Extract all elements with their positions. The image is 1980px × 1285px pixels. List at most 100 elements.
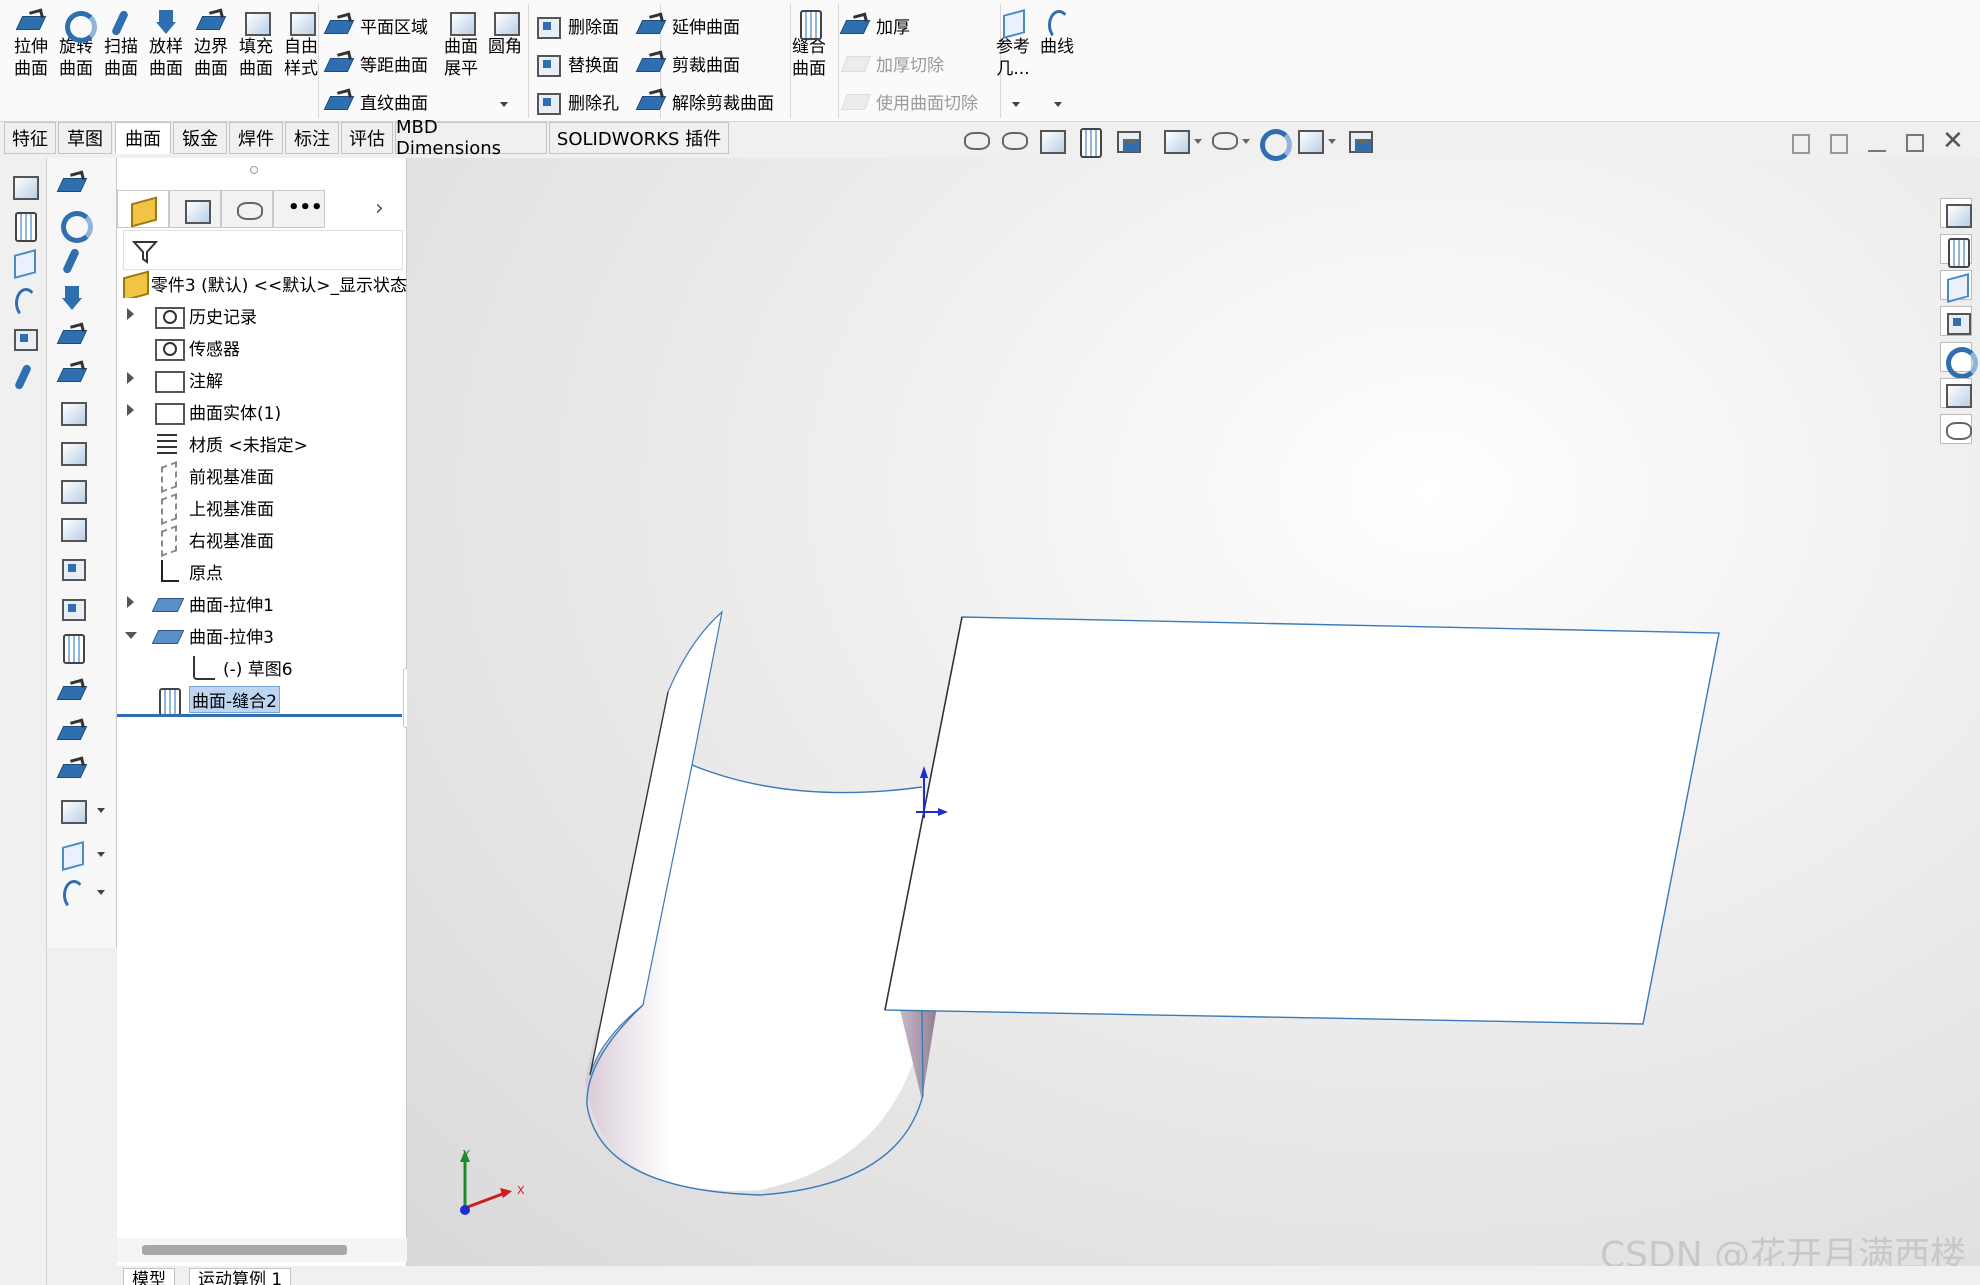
restore-left-button[interactable] (1792, 134, 1810, 154)
filled-surface-icon[interactable] (57, 360, 87, 388)
offset-surface-button[interactable]: 等距曲面 (324, 46, 428, 80)
tab-4[interactable]: 焊件 (229, 122, 283, 154)
appearances-icon[interactable] (1940, 342, 1978, 379)
resources-icon[interactable] (1940, 234, 1972, 268)
extruded-surface-button[interactable]: 拉伸 曲面 (10, 0, 52, 80)
display-settings-icon[interactable] (1344, 126, 1374, 156)
replace-face-button[interactable]: 替换面 (532, 46, 619, 80)
body-icon[interactable] (9, 324, 39, 352)
file-explorer-icon[interactable] (1940, 306, 1972, 336)
horizontal-scrollbar-thumb[interactable] (142, 1245, 347, 1255)
tree-item[interactable]: 传感器 (153, 332, 240, 362)
tree-filter[interactable] (123, 230, 403, 270)
sketch-icon[interactable] (9, 248, 39, 276)
view-cube-icon[interactable] (9, 172, 39, 200)
tab-0[interactable]: 特征 (4, 122, 56, 154)
minimize-button[interactable] (1868, 150, 1886, 152)
tree-item[interactable]: 历史记录 (127, 300, 257, 330)
planar-surface-icon[interactable] (57, 398, 87, 426)
knit-surface-icon[interactable] (57, 632, 87, 664)
configuration-manager-tab[interactable] (221, 190, 273, 228)
zoom-to-fit-icon[interactable] (960, 126, 990, 156)
ruled-surface-icon[interactable] (57, 514, 87, 542)
zoom-area-icon[interactable] (998, 126, 1028, 156)
lofted-surface-button[interactable]: 放样 曲面 (145, 0, 187, 80)
motion-study-tab[interactable]: 运动算例 1 (189, 1268, 292, 1285)
dropdown-caret-icon[interactable] (1054, 102, 1062, 107)
tree-item[interactable]: 上视基准面 (153, 492, 274, 522)
tab-5[interactable]: 标注 (285, 122, 339, 154)
trim-surface-button[interactable]: 剪裁曲面 (636, 46, 740, 80)
tree-item[interactable]: 材质 <未指定> (153, 428, 308, 458)
planar-surface-button[interactable]: 平面区域 (324, 8, 428, 42)
close-icon[interactable]: ✕ (1942, 128, 1964, 154)
maximize-button[interactable] (1906, 134, 1924, 152)
expand-down-icon[interactable] (125, 632, 137, 639)
tab-8[interactable]: SOLIDWORKS 插件 (549, 122, 729, 154)
tree-item[interactable]: 原点 (153, 556, 223, 586)
helix-icon[interactable] (9, 362, 39, 390)
tab-7[interactable]: MBD Dimensions (395, 117, 547, 159)
previous-view-icon[interactable] (1036, 126, 1066, 156)
planar-surface[interactable] (884, 616, 1720, 1025)
graphics-area[interactable]: Y X CSDN @花开月满西楼 (407, 158, 1980, 1270)
tab-1[interactable]: 草图 (58, 122, 112, 154)
model-view[interactable]: Y X (407, 158, 1980, 1270)
expand-right-icon[interactable] (127, 372, 134, 384)
filled-surface-button[interactable]: 填充 曲面 (235, 0, 277, 80)
extend-surface-button[interactable]: 延伸曲面 (636, 8, 740, 42)
property-manager-tab[interactable] (169, 190, 221, 228)
swept-surface-icon[interactable] (57, 246, 87, 274)
dropdown-caret-icon[interactable] (500, 102, 508, 107)
more-tabs-button[interactable]: ••• (273, 190, 325, 228)
tree-root-part[interactable]: 零件3 (默认) <<默认>_显示状态 (121, 268, 407, 298)
tree-item[interactable]: (-) 草图6 (187, 652, 293, 682)
tab-3[interactable]: 钣金 (173, 122, 227, 154)
forum-icon[interactable] (1940, 414, 1972, 444)
boundary-surface-icon[interactable] (57, 322, 87, 350)
offset-surface-icon[interactable] (57, 476, 87, 504)
freeform-icon[interactable] (57, 438, 87, 466)
reference-geometry-button[interactable]: 参考 几... (992, 0, 1034, 80)
replace-face-icon[interactable] (57, 594, 87, 622)
tree-item[interactable]: 曲面-拉伸1 (127, 588, 274, 618)
tree-item[interactable]: 前视基准面 (153, 460, 274, 490)
scene-icon[interactable] (1294, 126, 1336, 156)
tree-item[interactable]: 曲面-缝合2 (153, 684, 280, 716)
curve-icon[interactable] (9, 286, 39, 318)
tree-item[interactable]: 曲面实体(1) (127, 396, 281, 426)
appearance-icon[interactable] (1256, 126, 1292, 161)
knit-surface-button[interactable]: 缝合 曲面 (788, 0, 830, 80)
delete-face-icon[interactable] (57, 554, 87, 582)
expand-right-icon[interactable] (127, 404, 134, 416)
curves-icon[interactable] (57, 878, 105, 910)
revolved-surface-button[interactable]: 旋转 曲面 (55, 0, 97, 80)
design-library-icon[interactable] (1940, 270, 1972, 300)
untrim-surface-icon[interactable] (57, 756, 87, 784)
ruled-surface-button[interactable]: 直纹曲面 (324, 84, 428, 118)
expand-right-icon[interactable] (127, 596, 134, 608)
trim-surface-icon[interactable] (57, 718, 87, 746)
chevron-right-icon[interactable]: › (375, 196, 384, 221)
delete-hole-button[interactable]: 删除孔 (532, 84, 619, 118)
thicken-cut-button[interactable]: 加厚切除 (840, 46, 944, 80)
tree-item[interactable]: 曲面-拉伸3 (125, 620, 274, 650)
extruded-surface-icon[interactable] (57, 170, 87, 198)
tab-2[interactable]: 曲面 (115, 122, 171, 154)
dropdown-caret-icon[interactable] (1012, 102, 1020, 107)
thicken-icon[interactable] (57, 796, 105, 824)
section-view-icon[interactable] (1074, 126, 1104, 158)
panel-grip[interactable] (250, 166, 258, 174)
expand-right-icon[interactable] (127, 308, 134, 320)
feature-tree-tab[interactable] (117, 190, 169, 228)
swept-surface-button[interactable]: 扫描 曲面 (100, 0, 142, 80)
display-style-icon[interactable] (1160, 126, 1202, 156)
section-icon[interactable] (9, 210, 39, 242)
restore-right-button[interactable] (1830, 134, 1848, 154)
reference-geometry-icon[interactable] (57, 840, 105, 868)
freeform-button[interactable]: 自由 样式 (280, 0, 322, 80)
fillet-button[interactable]: 圆角 (484, 0, 526, 58)
tree-item[interactable]: 注解 (127, 364, 223, 394)
curves-button[interactable]: 曲线 (1036, 0, 1078, 58)
revolved-surface-icon[interactable] (57, 208, 93, 243)
